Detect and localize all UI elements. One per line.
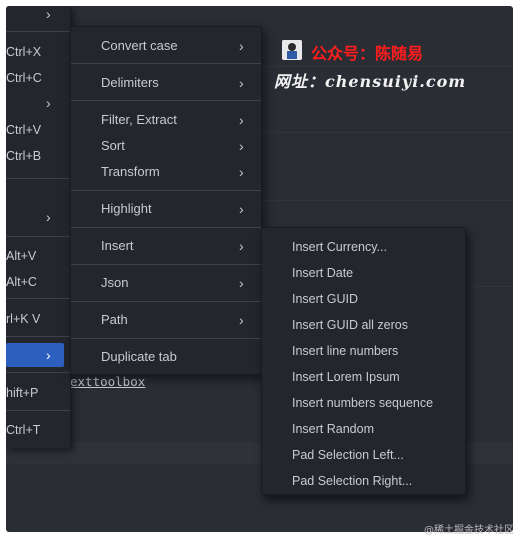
editor-link-text[interactable]: exttoolbox bbox=[70, 374, 145, 389]
chevron-right-icon: › bbox=[239, 75, 244, 91]
menu-separator bbox=[71, 264, 261, 265]
chevron-right-icon: › bbox=[239, 138, 244, 154]
menu-item-filter-extract[interactable]: Filter, Extract › bbox=[71, 107, 261, 133]
shortcut-label: Ctrl+B bbox=[6, 149, 42, 163]
menu-separator bbox=[6, 236, 70, 237]
menu-separator bbox=[71, 190, 261, 191]
shortcut-label: rl+K V bbox=[6, 312, 41, 326]
menu-separator bbox=[71, 301, 261, 302]
menu-separator bbox=[6, 336, 70, 337]
shortcut-label: Alt+C bbox=[6, 275, 37, 289]
watermark-line-2: 网址：chensuiyi.com bbox=[274, 72, 467, 91]
insert-submenu: Insert Currency... Insert Date Insert GU… bbox=[261, 227, 466, 495]
menu-item-highlight[interactable]: Highlight › bbox=[71, 196, 261, 222]
menu-separator bbox=[6, 31, 70, 32]
menu-item-insert-guid[interactable]: Insert GUID bbox=[262, 286, 465, 312]
shortcut-label: Ctrl+V bbox=[6, 123, 42, 137]
menu-separator bbox=[6, 178, 70, 179]
parent-menu-item-cut[interactable]: Ctrl+X bbox=[6, 40, 70, 64]
menu-item-insert-line-numbers[interactable]: Insert line numbers bbox=[262, 338, 465, 364]
parent-context-menu: › Ctrl+X Ctrl+C › Ctrl+V Ctrl+B › Alt+V bbox=[6, 6, 71, 448]
menu-item-insert-date[interactable]: Insert Date bbox=[262, 260, 465, 286]
menu-item-json[interactable]: Json › bbox=[71, 270, 261, 296]
parent-menu-item-copy[interactable]: Ctrl+C bbox=[6, 66, 70, 90]
watermark-line-1: 公众号：陈随易 bbox=[311, 44, 424, 63]
menu-item-pad-left[interactable]: Pad Selection Left... bbox=[262, 442, 465, 468]
chevron-right-icon: › bbox=[239, 312, 244, 328]
chevron-right-icon: › bbox=[46, 95, 51, 111]
chevron-right-icon: › bbox=[46, 209, 51, 225]
menu-separator bbox=[6, 410, 70, 411]
shortcut-label: hift+P bbox=[6, 386, 39, 400]
menu-item-insert-random[interactable]: Insert Random bbox=[262, 416, 465, 442]
menu-item-insert-lorem-ipsum[interactable]: Insert Lorem Ipsum bbox=[262, 364, 465, 390]
menu-separator bbox=[71, 338, 261, 339]
parent-menu-item[interactable]: Alt+V bbox=[6, 244, 70, 268]
menu-item-pad-right[interactable]: Pad Selection Right... bbox=[262, 468, 465, 494]
menu-item-duplicate-tab[interactable]: Duplicate tab bbox=[71, 344, 261, 370]
menu-item-insert[interactable]: Insert › bbox=[71, 233, 261, 259]
chevron-right-icon: › bbox=[239, 38, 244, 54]
chevron-right-icon: › bbox=[239, 112, 244, 128]
menu-separator bbox=[71, 100, 261, 101]
shortcut-label: Ctrl+T bbox=[6, 423, 41, 437]
menu-item-sort[interactable]: Sort › bbox=[71, 133, 261, 159]
parent-menu-item[interactable]: › bbox=[6, 91, 70, 115]
parent-menu-item[interactable]: › bbox=[6, 6, 70, 26]
avatar bbox=[282, 40, 302, 60]
shortcut-label: Ctrl+C bbox=[6, 71, 42, 85]
menu-item-path[interactable]: Path › bbox=[71, 307, 261, 333]
parent-menu-item[interactable]: rl+K V bbox=[6, 307, 70, 331]
menu-separator bbox=[71, 227, 261, 228]
menu-item-insert-currency[interactable]: Insert Currency... bbox=[262, 234, 465, 260]
editor-window: exttoolbox › Ctrl+X Ctrl+C › Ctrl+V Ctrl… bbox=[6, 6, 513, 532]
parent-menu-item[interactable]: › bbox=[6, 205, 70, 229]
chevron-right-icon: › bbox=[239, 201, 244, 217]
menu-item-insert-guid-zeros[interactable]: Insert GUID all zeros bbox=[262, 312, 465, 338]
parent-menu-item[interactable]: Ctrl+T bbox=[6, 418, 70, 442]
shortcut-label: Ctrl+X bbox=[6, 45, 42, 59]
parent-menu-item-active[interactable]: › bbox=[6, 343, 64, 367]
parent-menu-item[interactable]: Alt+C bbox=[6, 270, 70, 294]
menu-item-convert-case[interactable]: Convert case › bbox=[71, 33, 261, 59]
menu-separator bbox=[6, 298, 70, 299]
menu-separator bbox=[71, 63, 261, 64]
menu-item-delimiters[interactable]: Delimiters › bbox=[71, 70, 261, 96]
parent-menu-item[interactable]: hift+P bbox=[6, 381, 70, 405]
text-toolbox-menu: Convert case › Delimiters › Filter, Extr… bbox=[70, 26, 262, 375]
chevron-right-icon: › bbox=[239, 238, 244, 254]
corner-watermark: @稀土掘金技术社区 bbox=[424, 525, 514, 536]
chevron-right-icon: › bbox=[239, 164, 244, 180]
menu-item-insert-numbers-sequence[interactable]: Insert numbers sequence bbox=[262, 390, 465, 416]
chevron-right-icon: › bbox=[239, 275, 244, 291]
menu-item-transform[interactable]: Transform › bbox=[71, 159, 261, 185]
menu-separator bbox=[6, 372, 70, 373]
parent-menu-item-paste[interactable]: Ctrl+V bbox=[6, 118, 70, 142]
chevron-right-icon: › bbox=[46, 347, 51, 363]
shortcut-label: Alt+V bbox=[6, 249, 37, 263]
chevron-right-icon: › bbox=[46, 6, 51, 22]
parent-menu-item[interactable]: Ctrl+B bbox=[6, 144, 70, 168]
